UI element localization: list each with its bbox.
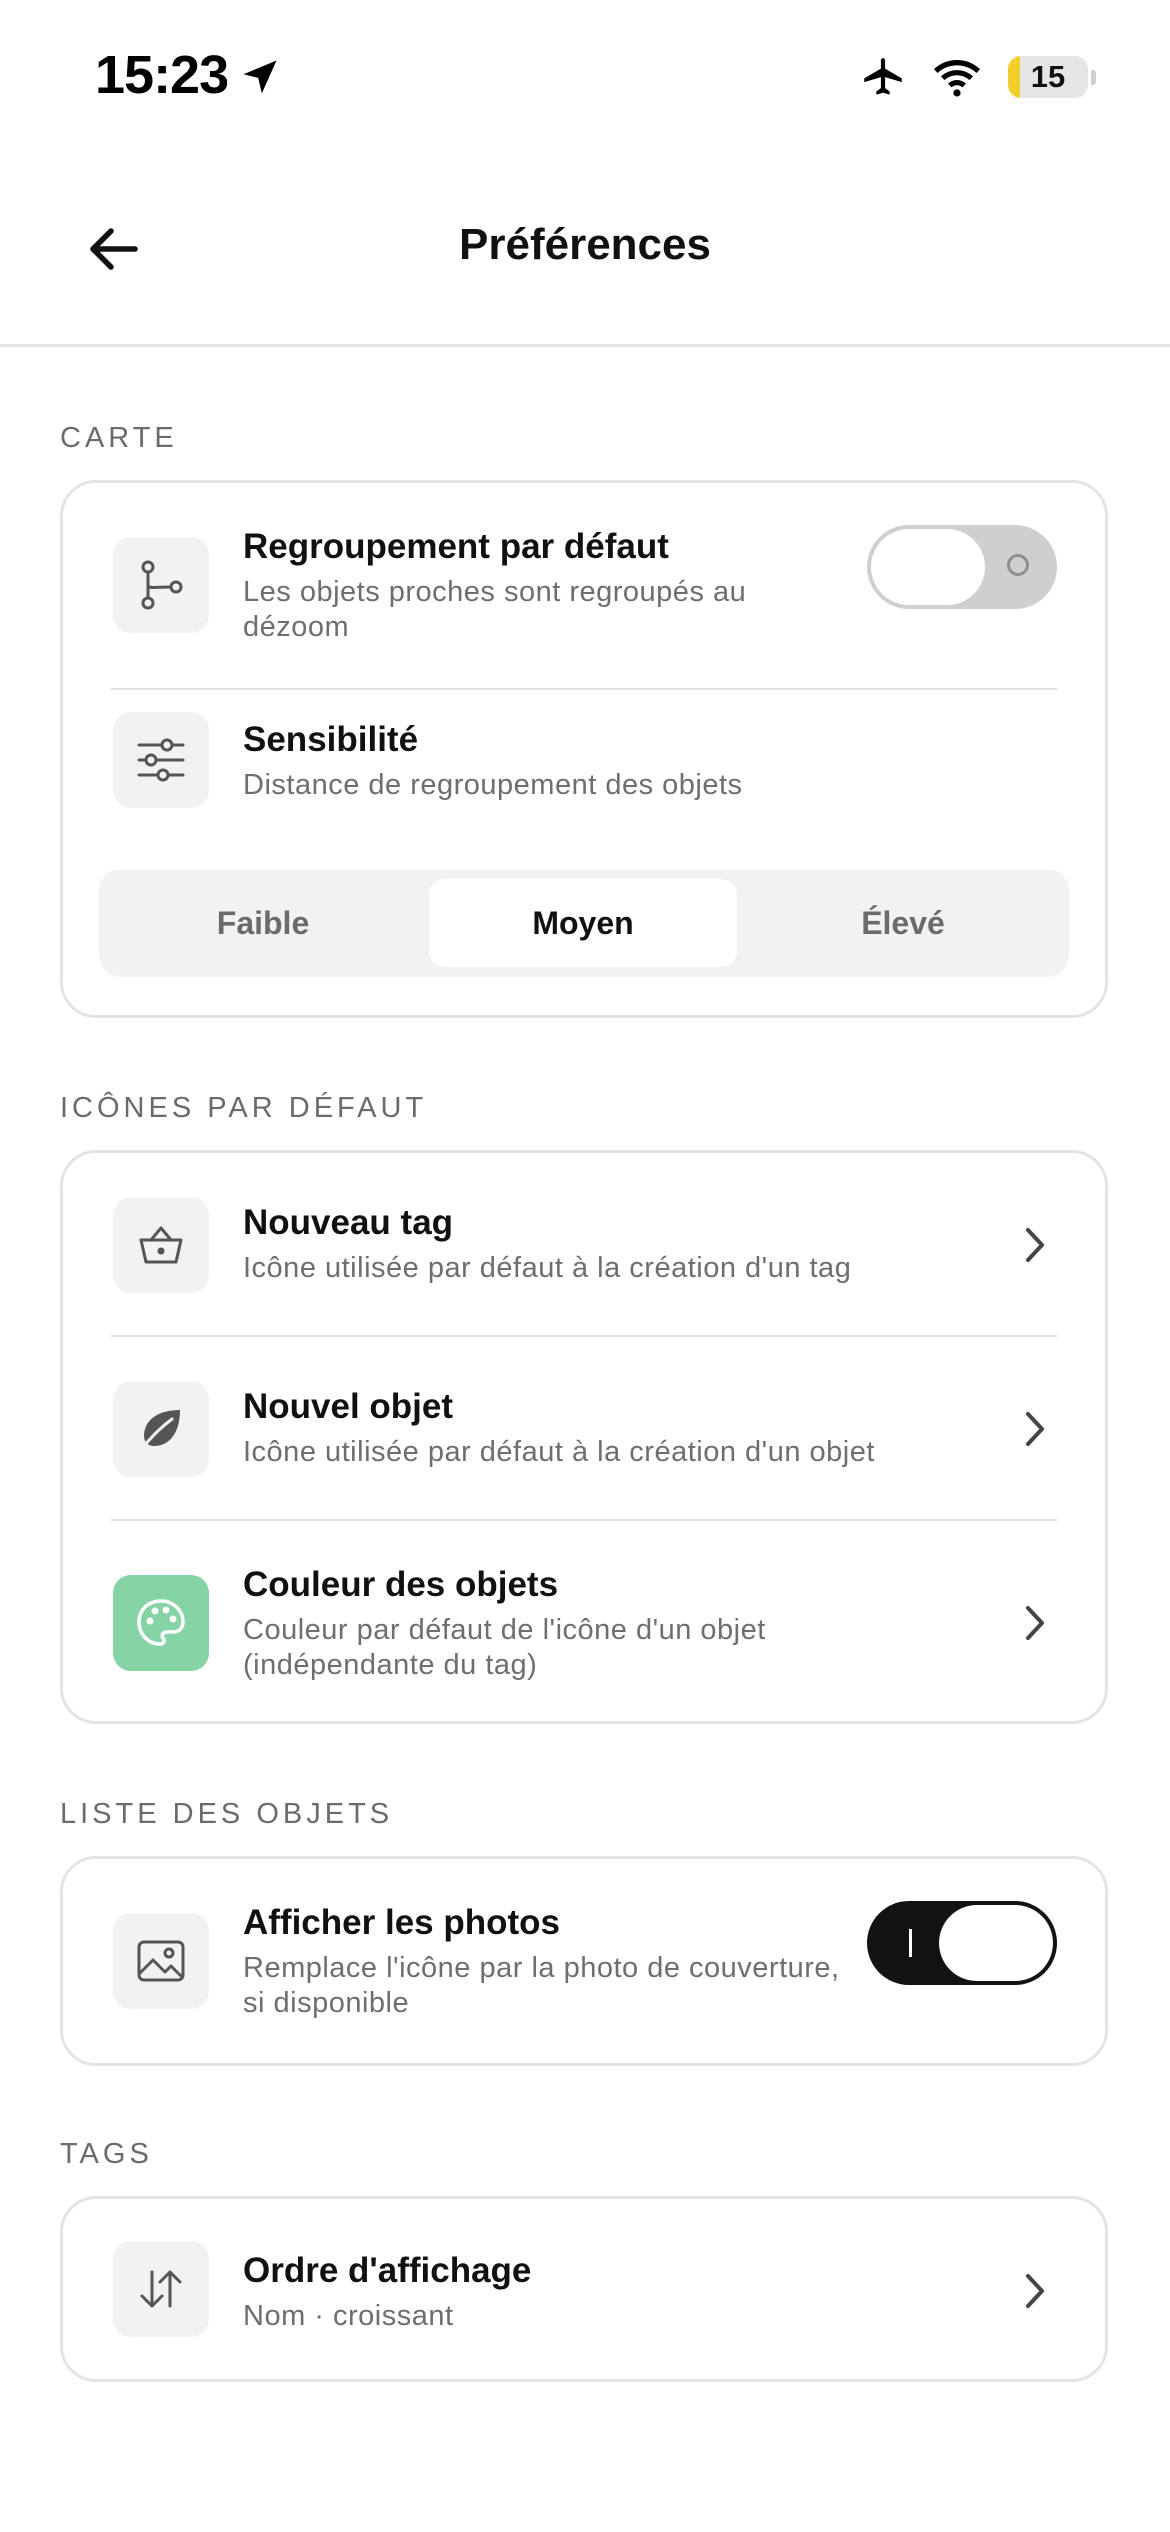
branch-icon — [113, 537, 209, 633]
segment-moyen[interactable]: Moyen — [429, 879, 737, 967]
battery-cap — [1091, 70, 1096, 85]
card-carte: Regroupement par défaut Les objets proch… — [60, 480, 1108, 1018]
new-object-title: Nouvel objet — [243, 1387, 454, 1426]
new-object-subtitle: Icône utilisée par défaut à la création … — [243, 1436, 875, 1468]
navigation-bar: Préférences — [0, 170, 1170, 346]
row-sensitivity: Sensibilité Distance de regroupement des… — [63, 690, 1105, 810]
section-title-carte: CARTE — [60, 422, 178, 454]
new-tag-title: Nouveau tag — [243, 1203, 454, 1242]
sensitivity-segmented-control: Faible Moyen Élevé — [99, 869, 1069, 977]
object-color-title: Couleur des objets — [243, 1565, 559, 1604]
show-photos-subtitle: Remplace l'icône par la photo de couvert… — [243, 1952, 840, 2019]
row-object-color[interactable]: Couleur des objets Couleur par défaut de… — [63, 1521, 1105, 1727]
leaf-icon — [113, 1381, 209, 1477]
chevron-right-icon — [1026, 2274, 1044, 2308]
show-photos-title: Afficher les photos — [243, 1903, 560, 1942]
status-time: 15:23 — [95, 45, 229, 105]
battery-indicator: 15 — [1008, 56, 1088, 98]
basket-icon — [113, 1197, 209, 1293]
show-photos-toggle[interactable] — [867, 1901, 1057, 1985]
toggle-off-indicator — [1007, 554, 1029, 576]
palette-icon — [113, 1575, 209, 1671]
card-tags: Ordre d'affichage Nom · croissant — [60, 2196, 1108, 2382]
image-icon — [113, 1913, 209, 2009]
grouping-subtitle: Les objets proches sont regroupés au déz… — [243, 576, 747, 643]
section-title-liste: LISTE DES OBJETS — [60, 1798, 394, 1830]
chevron-right-icon — [1026, 1228, 1044, 1262]
chevron-right-icon — [1026, 1606, 1044, 1640]
display-order-value: Nom · croissant — [243, 2300, 454, 2332]
chevron-right-icon — [1026, 1412, 1044, 1446]
segment-eleve[interactable]: Élevé — [749, 879, 1057, 967]
row-show-photos[interactable]: Afficher les photos Remplace l'icône par… — [63, 1859, 1105, 2069]
sliders-icon — [113, 712, 209, 808]
status-bar: 15:23 15 — [0, 0, 1170, 150]
page-title: Préférences — [459, 220, 711, 269]
grouping-title: Regroupement par défaut — [243, 527, 669, 566]
airplane-icon — [864, 58, 902, 95]
card-icones: Nouveau tag Icône utilisée par défaut à … — [60, 1150, 1108, 1724]
toggle-knob — [871, 529, 985, 605]
grouping-toggle[interactable] — [867, 525, 1057, 609]
sort-arrows-icon — [113, 2241, 209, 2337]
section-title-tags: TAGS — [60, 2138, 153, 2170]
battery-level: 15 — [1030, 59, 1066, 94]
wifi-icon — [933, 60, 981, 97]
toggle-knob — [939, 1905, 1053, 1981]
section-title-icones: ICÔNES PAR DÉFAUT — [60, 1092, 428, 1124]
row-grouping[interactable]: Regroupement par défaut Les objets proch… — [63, 483, 1105, 689]
row-display-order[interactable]: Ordre d'affichage Nom · croissant — [63, 2199, 1105, 2385]
toggle-on-indicator — [909, 1929, 912, 1957]
card-liste: Afficher les photos Remplace l'icône par… — [60, 1856, 1108, 2066]
header-divider — [0, 344, 1170, 347]
row-new-object[interactable]: Nouvel objet Icône utilisée par défaut à… — [63, 1337, 1105, 1519]
display-order-title: Ordre d'affichage — [243, 2251, 532, 2290]
sensitivity-title: Sensibilité — [243, 720, 419, 759]
object-color-subtitle: Couleur par défaut de l'icône d'un objet… — [243, 1614, 766, 1681]
new-tag-subtitle: Icône utilisée par défaut à la création … — [243, 1252, 852, 1284]
location-arrow-icon — [243, 60, 277, 94]
row-new-tag[interactable]: Nouveau tag Icône utilisée par défaut à … — [63, 1153, 1105, 1335]
segment-faible[interactable]: Faible — [109, 879, 417, 967]
sensitivity-subtitle: Distance de regroupement des objets — [243, 769, 743, 801]
